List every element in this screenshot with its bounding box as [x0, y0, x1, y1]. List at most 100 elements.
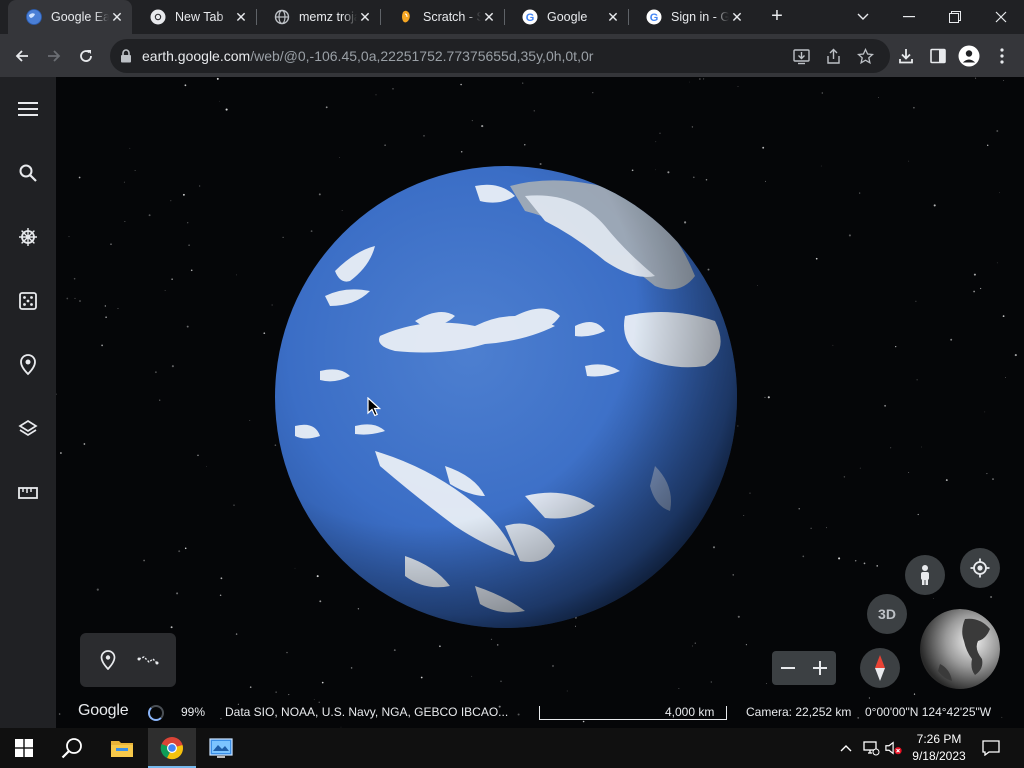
show-hidden-icons-chevron-icon[interactable]: [837, 739, 855, 757]
downloads-icon[interactable]: [895, 45, 917, 67]
camera-altitude: Camera: 22,252 km: [746, 705, 852, 719]
svg-text:G: G: [526, 12, 535, 24]
data-attribution[interactable]: Data SIO, NOAA, U.S. Navy, NGA, GEBCO IB…: [225, 705, 508, 719]
lock-icon[interactable]: [120, 49, 132, 68]
clock-time: 7:26 PM: [916, 732, 962, 746]
windows-logo-icon: [15, 739, 33, 757]
toggle-3d-button[interactable]: 3D: [867, 594, 907, 634]
draw-path-icon[interactable]: [135, 647, 161, 673]
measure-ruler-icon[interactable]: [14, 479, 42, 507]
svg-text:G: G: [650, 12, 659, 24]
tab-google-earth[interactable]: Google Earth ✕: [8, 0, 132, 34]
minimap-globe: [920, 609, 1000, 689]
tab-scratch-search[interactable]: Scratch - Search ✕: [380, 0, 504, 34]
chrome-icon: [160, 737, 183, 760]
main-menu-icon[interactable]: [14, 95, 42, 123]
close-tab-icon[interactable]: ✕: [481, 9, 497, 25]
mouse-cursor-icon: [367, 397, 381, 417]
close-tab-icon[interactable]: ✕: [605, 9, 621, 25]
forward-button[interactable]: [40, 42, 68, 70]
zoom-controls: [772, 651, 836, 685]
zoom-in-button[interactable]: [804, 651, 836, 685]
tab-memz-trojan[interactable]: memz trojan ✕: [256, 0, 380, 34]
scale-label: 4,000 km: [665, 705, 715, 719]
file-explorer-button[interactable]: [98, 728, 146, 768]
close-tab-icon[interactable]: ✕: [729, 9, 745, 25]
search-icon: [61, 738, 82, 759]
bookmark-star-icon[interactable]: [856, 47, 874, 65]
install-app-icon[interactable]: [792, 47, 810, 65]
overview-minimap[interactable]: [920, 609, 1000, 689]
tab-title: Scratch - Search: [423, 10, 481, 24]
projects-pin-icon[interactable]: [14, 351, 42, 379]
windows-taskbar: 7:26 PM 9/18/2023: [0, 728, 1024, 768]
minimize-window-button[interactable]: [886, 0, 932, 34]
google-icon: G: [522, 9, 538, 25]
earth-sidebar: [0, 77, 56, 728]
close-tab-icon[interactable]: ✕: [357, 9, 373, 25]
google-icon: G: [646, 9, 662, 25]
network-icon[interactable]: [862, 739, 880, 757]
google-logo: Google: [78, 702, 129, 719]
tab-title: Google: [547, 10, 588, 24]
side-panel-icon[interactable]: [927, 45, 949, 67]
reload-button[interactable]: [72, 42, 100, 70]
street-view-pegman-button[interactable]: [905, 555, 945, 595]
tab-title: memz trojan: [299, 10, 357, 24]
map-style-layers-icon[interactable]: [14, 415, 42, 443]
url-host: earth.google.com: [142, 48, 251, 64]
chrome-menu-icon[interactable]: [991, 45, 1013, 67]
loading-spinner-icon: [148, 705, 164, 721]
compass-needle-icon: [875, 655, 885, 681]
new-tab-button[interactable]: +: [766, 6, 788, 28]
earth-icon: [26, 9, 42, 25]
chrome-taskbar-button[interactable]: [148, 728, 196, 768]
tab-new-tab[interactable]: New Tab ✕: [132, 0, 256, 34]
address-bar[interactable]: earth.google.com/web/@0,-106.45,0a,22251…: [110, 39, 890, 73]
tab-title: Google Earth: [51, 10, 109, 24]
feeling-lucky-dice-icon[interactable]: [14, 287, 42, 315]
browser-tab-strip: Google Earth ✕ New Tab ✕ memz trojan ✕ S…: [0, 0, 1024, 34]
minus-icon: [781, 667, 795, 669]
scratch-icon: [398, 9, 414, 25]
add-placemark-icon[interactable]: [95, 647, 121, 673]
share-icon[interactable]: [824, 47, 842, 65]
tab-google[interactable]: G Google ✕: [504, 0, 628, 34]
volume-muted-icon[interactable]: [885, 739, 903, 757]
earth-globe[interactable]: [275, 166, 737, 628]
placemark-tools: [80, 633, 176, 687]
pegman-icon: [921, 565, 929, 585]
close-tab-icon[interactable]: ✕: [233, 9, 249, 25]
search-icon[interactable]: [14, 159, 42, 187]
profile-avatar-icon[interactable]: [958, 45, 980, 67]
start-button[interactable]: [0, 728, 48, 768]
clock-date: 9/18/2023: [912, 749, 966, 763]
earth-viewport[interactable]: 3D Google 99% Data SIO, NOAA, U.S. Navy,…: [0, 77, 1024, 728]
taskbar-search-button[interactable]: [48, 728, 96, 768]
restore-window-button[interactable]: [932, 0, 978, 34]
my-location-button[interactable]: [960, 548, 1000, 588]
control-panel-icon: [209, 738, 233, 758]
system-clock[interactable]: 7:26 PM 9/18/2023: [905, 731, 973, 765]
close-window-button[interactable]: [978, 0, 1024, 34]
tab-title: Sign in - Google: [671, 10, 729, 24]
my-location-icon: [970, 558, 990, 578]
plus-icon: [813, 661, 827, 675]
notifications-icon[interactable]: [982, 739, 1000, 757]
zoom-out-button[interactable]: [772, 651, 804, 685]
tab-sign-in-google[interactable]: G Sign in - Google ✕: [628, 0, 752, 34]
url-path: /web/@0,-106.45,0a,22251752.77375655d,35…: [250, 48, 594, 64]
cursor-coordinates: 0°00'00"N 124°42'25"W: [865, 705, 992, 719]
close-tab-icon[interactable]: ✕: [109, 9, 125, 25]
back-button[interactable]: [8, 42, 36, 70]
url-text[interactable]: earth.google.com/web/@0,-106.45,0a,22251…: [142, 48, 593, 64]
globe-icon: [274, 9, 290, 25]
earth-status-bar: Google 99% Data SIO, NOAA, U.S. Navy, NG…: [56, 697, 1024, 727]
voyager-wheel-icon[interactable]: [14, 223, 42, 251]
chrome-icon: [150, 9, 166, 25]
control-panel-button[interactable]: [197, 728, 245, 768]
browser-toolbar: earth.google.com/web/@0,-106.45,0a,22251…: [0, 34, 1024, 77]
tab-search-chevron-icon[interactable]: [840, 0, 886, 34]
folder-icon: [111, 741, 133, 757]
compass-button[interactable]: [860, 648, 900, 688]
